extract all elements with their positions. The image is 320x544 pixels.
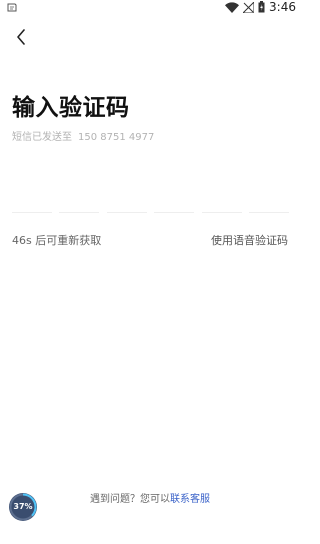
contact-support-link[interactable]: 联系客服 xyxy=(170,494,210,505)
code-digit-1[interactable] xyxy=(12,205,52,213)
notification-square-icon xyxy=(7,3,17,12)
resend-countdown: 46s 后可重新获取 xyxy=(12,234,102,247)
wifi-icon xyxy=(225,1,240,13)
code-digit-4[interactable] xyxy=(154,205,195,213)
code-digit-6[interactable] xyxy=(248,205,289,213)
code-digit-5[interactable] xyxy=(201,205,242,213)
code-digit-2[interactable] xyxy=(59,205,100,213)
battery-icon xyxy=(258,1,265,13)
voice-code-link[interactable]: 使用语音验证码 xyxy=(211,232,288,248)
status-bar: 3:46 xyxy=(0,0,300,14)
no-signal-icon xyxy=(243,1,255,13)
status-icons: 3:46 xyxy=(225,0,296,14)
page-title: 输入验证码 xyxy=(12,95,130,121)
help-row: 遇到问题？您可以联系客服 xyxy=(0,490,300,505)
phone-number: 150 8751 4977 xyxy=(78,132,155,143)
chevron-left-icon xyxy=(17,29,25,45)
sms-sent-hint: 短信已发送至 150 8751 4977 xyxy=(12,128,154,143)
verification-code-input[interactable] xyxy=(12,205,289,213)
clock: 3:46 xyxy=(269,0,296,14)
help-question: 遇到问题？您可以 xyxy=(90,494,170,505)
code-digit-3[interactable] xyxy=(106,205,147,213)
sms-hint-prefix: 短信已发送至 xyxy=(12,132,72,143)
back-button[interactable] xyxy=(10,26,32,48)
